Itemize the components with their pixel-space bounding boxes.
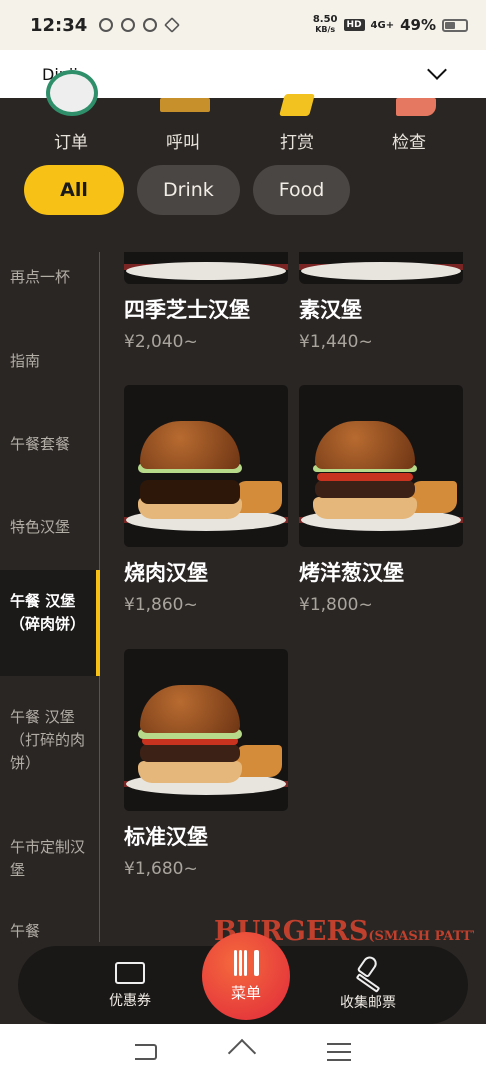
product-card[interactable]: 素汉堡 ¥1,440~ (299, 252, 463, 352)
product-name: 烤洋葱汉堡 (299, 561, 404, 585)
line-icon (143, 18, 158, 32)
product-price: ¥1,800~ (299, 595, 373, 615)
product-name: 素汉堡 (299, 298, 362, 322)
product-image (299, 385, 463, 547)
menu-button[interactable]: 菜单 (202, 932, 290, 1020)
ticket-icon (115, 962, 145, 984)
section-banner-sub: (SMASH PATTY) (368, 929, 474, 944)
chevron-down-icon[interactable] (427, 60, 447, 80)
category-item[interactable]: 午餐 (10, 920, 94, 942)
product-card[interactable]: 烧肉汉堡 ¥1,860~ (124, 385, 288, 615)
battery-percent: 49% (400, 16, 436, 34)
bell-icon (160, 98, 210, 112)
product-card[interactable]: 四季芝士汉堡 ¥2,040~ (124, 252, 288, 352)
top-nav: 订单 呼叫 打赏 检查 (0, 70, 486, 156)
nav-call[interactable]: 呼叫 (138, 98, 228, 153)
status-time: 12:34 (30, 14, 88, 36)
product-image (124, 649, 288, 811)
hd-badge: HD (343, 19, 365, 31)
product-image (299, 252, 463, 284)
status-bar: 12:34 8.50 KB/s HD 4G+ 49% (0, 0, 486, 50)
play-store-icon (164, 17, 181, 33)
category-sidebar: 再点一杯 指南 午餐套餐 特色汉堡 午餐 汉堡（碎肉饼） 午餐 汉堡（打碎的肉饼… (0, 252, 100, 942)
category-item[interactable]: 再点一杯 (10, 266, 94, 289)
home-icon[interactable] (228, 1041, 256, 1063)
category-item[interactable]: 指南 (10, 350, 94, 373)
receipt-icon (396, 98, 436, 116)
filter-food[interactable]: Food (252, 165, 351, 215)
nav-call-label: 呼叫 (166, 133, 200, 153)
coupon-label: 优惠券 (109, 993, 151, 1009)
product-price: ¥1,860~ (124, 595, 198, 615)
nav-tip-label: 打赏 (280, 133, 314, 153)
category-item[interactable]: 午餐套餐 (10, 433, 94, 456)
chrome-icon (99, 18, 114, 32)
coupon-button[interactable]: 优惠券 (80, 956, 180, 1010)
filter-chips: All Drink Food (24, 165, 351, 215)
network-speed: 8.50 KB/s (312, 14, 338, 35)
system-nav-bar (0, 1024, 486, 1080)
category-item-active[interactable]: 午餐 汉堡（碎肉饼） (0, 570, 100, 676)
product-price: ¥1,440~ (299, 332, 373, 352)
signal-icon: 4G+ (370, 19, 395, 31)
filter-all[interactable]: All (24, 165, 124, 215)
category-item[interactable]: 午市定制汉堡 (10, 836, 94, 882)
alert-icon (121, 18, 136, 32)
coin-icon (279, 94, 315, 116)
nav-check-label: 检查 (392, 133, 426, 153)
product-card[interactable]: 标准汉堡 ¥1,680~ (124, 649, 288, 879)
nav-orders-label: 订单 (54, 133, 88, 153)
stamps-label: 收集邮票 (340, 995, 396, 1011)
product-image (124, 252, 288, 284)
product-name: 四季芝士汉堡 (124, 298, 250, 322)
product-name: 烧肉汉堡 (124, 561, 208, 585)
nav-orders[interactable]: 订单 (26, 70, 116, 153)
menu-label: 菜单 (230, 984, 261, 1002)
nav-tip[interactable]: 打赏 (252, 94, 342, 153)
product-card[interactable]: 烤洋葱汉堡 ¥1,800~ (299, 385, 463, 615)
product-price: ¥2,040~ (124, 332, 198, 352)
category-item[interactable]: 特色汉堡 (10, 516, 94, 539)
nav-check[interactable]: 检查 (364, 98, 454, 153)
product-image (124, 385, 288, 547)
product-name: 标准汉堡 (124, 825, 208, 849)
stamps-button[interactable]: 收集邮票 (318, 953, 418, 1012)
clock-icon (46, 70, 98, 116)
filter-drink[interactable]: Drink (137, 165, 240, 215)
back-icon[interactable] (135, 1044, 158, 1060)
battery-icon (442, 18, 468, 32)
stamp-icon (353, 953, 383, 993)
recents-icon[interactable] (326, 1043, 351, 1061)
product-price: ¥1,680~ (124, 859, 198, 879)
fork-knife-icon (232, 950, 260, 976)
category-item[interactable]: 午餐 汉堡（打碎的肉饼） (10, 706, 94, 775)
